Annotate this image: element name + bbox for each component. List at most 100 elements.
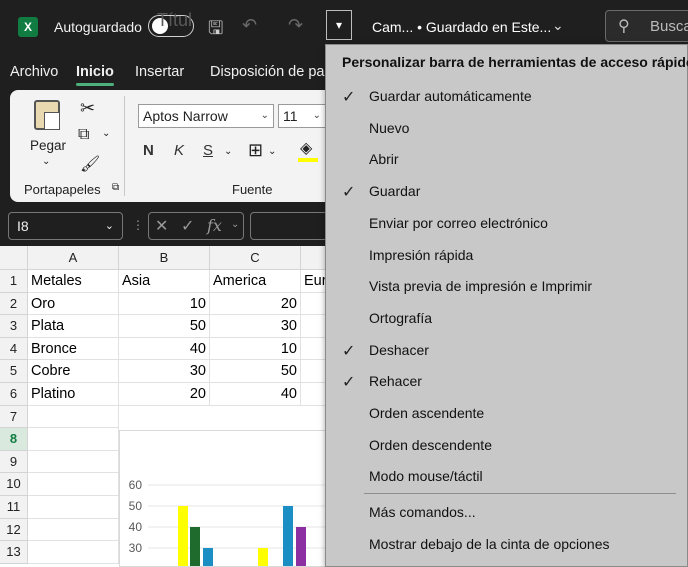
copy-icon[interactable]: ⧉	[78, 126, 89, 144]
menu-item-enviar-por-correo-electrónico[interactable]: Enviar por correo electrónico	[326, 208, 687, 238]
row-header-9[interactable]: 9	[0, 450, 28, 474]
format-painter-icon[interactable]: 🖌	[80, 154, 100, 174]
underline-button[interactable]: S	[203, 142, 213, 159]
menu-item-orden-descendente[interactable]: Orden descendente	[326, 430, 687, 460]
enter-icon[interactable]: ✓	[181, 216, 194, 236]
row-header-7[interactable]: 7	[0, 405, 28, 429]
cell[interactable]: Asia	[119, 270, 210, 293]
menu-item-rehacer[interactable]: ✓ Rehacer	[326, 366, 687, 396]
menu-item-deshacer[interactable]: ✓ Deshacer	[326, 335, 687, 365]
cell[interactable]: 30	[210, 315, 301, 338]
chart-bar[interactable]	[203, 548, 213, 567]
row-header-3[interactable]: 3	[0, 315, 28, 338]
save-icon[interactable]: 🖫	[208, 16, 223, 46]
row-header-12[interactable]: 12	[0, 518, 28, 542]
tab-inicio[interactable]: Inicio	[76, 64, 114, 86]
tab-archivo[interactable]: Archivo	[10, 64, 58, 80]
chevron-down-icon[interactable]: ⌄	[552, 17, 564, 34]
cut-icon[interactable]: ✂	[80, 98, 95, 119]
cell[interactable]: 10	[210, 337, 301, 361]
cell[interactable]: Cobre	[28, 360, 119, 383]
bold-button[interactable]: N	[143, 142, 154, 159]
cell[interactable]: 20	[119, 383, 210, 406]
cell[interactable]: America	[210, 270, 301, 293]
cell[interactable]: 40	[119, 337, 210, 361]
chart-bar[interactable]	[178, 506, 188, 567]
borders-dropdown-icon[interactable]: ⌄	[268, 146, 276, 157]
chart-title[interactable]: Títul	[157, 10, 192, 31]
cell[interactable]	[28, 428, 119, 451]
chart[interactable]: 60 50 40 30	[119, 430, 329, 567]
undo-icon[interactable]: ↶	[242, 15, 257, 36]
name-box[interactable]: I8 ⌄	[8, 212, 123, 240]
fill-color-icon[interactable]: ◈	[300, 138, 312, 158]
row-header-11[interactable]: 11	[0, 496, 28, 519]
redo-icon[interactable]: ↷	[288, 15, 303, 36]
menu-item-guardar-automáticamente[interactable]: ✓ Guardar automáticamente	[326, 81, 687, 111]
paste-dropdown-icon[interactable]: ⌄	[42, 156, 50, 167]
cancel-icon[interactable]: ✕	[155, 216, 168, 236]
paste-label[interactable]: Pegar	[30, 138, 66, 153]
menu-item-nuevo[interactable]: Nuevo	[326, 113, 687, 143]
search-box[interactable]: ⚲ Busca	[605, 10, 688, 42]
cell[interactable]: 50	[210, 360, 301, 383]
cell[interactable]: Platino	[28, 383, 119, 406]
cell[interactable]	[28, 473, 119, 496]
copy-dropdown-icon[interactable]: ⌄	[102, 128, 110, 139]
chart-bar[interactable]	[190, 527, 200, 567]
row-header-8[interactable]: 8	[0, 428, 28, 451]
cell[interactable]	[28, 405, 119, 429]
chart-bar[interactable]	[258, 548, 268, 567]
menu-item-orden-ascendente[interactable]: Orden ascendente	[326, 398, 687, 428]
cell[interactable]	[28, 450, 119, 474]
select-all-corner[interactable]	[0, 246, 28, 270]
tab-disposicion[interactable]: Disposición de pa	[210, 64, 324, 80]
menu-item-ortografía[interactable]: Ortografía	[326, 303, 687, 333]
column-header-b[interactable]: B	[119, 246, 210, 270]
row-header-2[interactable]: 2	[0, 292, 28, 316]
cell[interactable]	[28, 518, 119, 542]
cell[interactable]: 30	[119, 360, 210, 383]
italic-button[interactable]: K	[174, 142, 184, 159]
paste-icon[interactable]	[34, 100, 60, 130]
menu-item-impresión-rápida[interactable]: Impresión rápida	[326, 240, 687, 270]
row-header-6[interactable]: 6	[0, 383, 28, 406]
clipboard-launcher-icon[interactable]: ⧉	[112, 182, 119, 193]
font-name-select[interactable]: Aptos Narrow ⌄	[138, 104, 274, 128]
menu-item-abrir[interactable]: Abrir	[326, 144, 687, 174]
cell[interactable]: Bronce	[28, 337, 119, 361]
cell[interactable]: 40	[210, 383, 301, 406]
document-name[interactable]: Cam... • Guardado en Este...	[372, 19, 551, 35]
row-header-4[interactable]: 4	[0, 337, 28, 361]
menu-item-guardar[interactable]: ✓ Guardar	[326, 176, 687, 206]
menu-item-show-below[interactable]: Mostrar debajo de la cinta de opciones	[326, 529, 687, 559]
check-icon: ✓	[342, 342, 356, 360]
cell[interactable]: Metales	[28, 270, 119, 293]
tab-insertar[interactable]: Insertar	[135, 64, 184, 80]
row-header-1[interactable]: 1	[0, 270, 28, 293]
chart-bar[interactable]	[296, 527, 306, 567]
cell[interactable]: Oro	[28, 292, 119, 316]
search-icon: ⚲	[618, 18, 630, 35]
font-size-select[interactable]: 11 ⌄	[278, 104, 326, 128]
row-header-5[interactable]: 5	[0, 360, 28, 383]
cell[interactable]: Plata	[28, 315, 119, 338]
qat-customize-button[interactable]: ▾	[326, 10, 352, 40]
row-header-10[interactable]: 10	[0, 473, 28, 496]
column-header-c[interactable]: C	[210, 246, 301, 270]
column-header-a[interactable]: A	[28, 246, 119, 270]
borders-icon[interactable]: ⊞	[248, 140, 263, 161]
cell[interactable]: 20	[210, 292, 301, 316]
insert-function-icon[interactable]: fx	[207, 216, 222, 235]
menu-item-more-commands[interactable]: Más comandos...	[326, 497, 687, 527]
chart-bar[interactable]	[283, 506, 293, 567]
underline-dropdown-icon[interactable]: ⌄	[224, 146, 232, 157]
cell[interactable]: 50	[119, 315, 210, 338]
menu-item-modo-mouse-táctil[interactable]: Modo mouse/táctil	[326, 461, 687, 491]
cell[interactable]	[28, 541, 119, 564]
cell[interactable]	[28, 496, 119, 519]
row-header-13[interactable]: 13	[0, 541, 28, 564]
cell[interactable]: 10	[119, 292, 210, 316]
formula-input[interactable]	[250, 212, 330, 240]
menu-item-vista-previa-de-impresión-e-imprimir[interactable]: Vista previa de impresión e Imprimir	[326, 271, 687, 301]
